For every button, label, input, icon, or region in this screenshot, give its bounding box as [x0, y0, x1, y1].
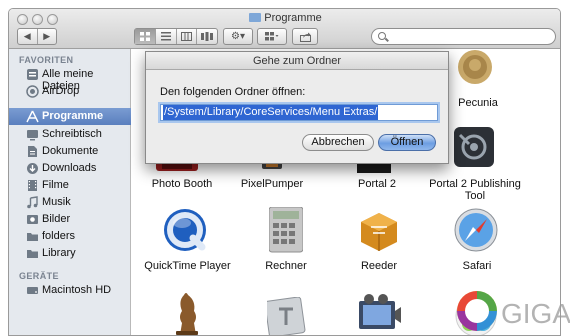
- app-label: QuickTime Player: [144, 260, 231, 272]
- sidebar-item-bilder[interactable]: Bilder: [9, 211, 131, 228]
- search-field[interactable]: [371, 28, 556, 45]
- app-label: Photo Booth: [151, 178, 213, 190]
- title-bar: Programme ◀ ▶ ⚙▾: [9, 9, 560, 49]
- downloads-icon: [27, 163, 38, 174]
- window-title: Programme: [9, 12, 560, 24]
- sidebar-item-schreibtisch[interactable]: Schreibtisch: [9, 126, 131, 143]
- chevron-left-icon: ◀: [23, 31, 31, 41]
- folder-icon: [27, 250, 38, 258]
- cover-flow-view-button[interactable]: [197, 29, 217, 44]
- app-label: Safari: [462, 260, 492, 272]
- app-label: Reeder: [360, 260, 398, 272]
- cover-flow-icon: [201, 32, 214, 41]
- giga-watermark-logo: GIGA: [457, 291, 570, 331]
- sidebar-item-label: Downloads: [42, 162, 97, 174]
- sidebar-item-macintosh-hd[interactable]: Macintosh HD: [9, 282, 131, 299]
- cancel-button[interactable]: Abbrechen: [302, 134, 374, 151]
- documents-icon: [28, 146, 37, 157]
- chess-icon: [176, 293, 198, 335]
- chevron-right-icon: ▶: [43, 31, 51, 41]
- list-view-button[interactable]: [156, 29, 177, 44]
- icon-view-button[interactable]: [135, 29, 156, 44]
- folder-path-input[interactable]: /System/Library/CoreServices/Menu Extras…: [160, 104, 438, 121]
- sidebar-item-label: Dokumente: [42, 145, 99, 157]
- sidebar-item-label: AirDrop: [42, 85, 80, 97]
- share-button[interactable]: [292, 28, 318, 45]
- sidebar-item-dokumente[interactable]: Dokumente: [9, 143, 131, 160]
- action-menu-button[interactable]: ⚙▾: [223, 28, 253, 45]
- arrange-menu-button[interactable]: [257, 28, 287, 45]
- movies-icon: [28, 180, 37, 191]
- sidebar-item-label: Filme: [42, 179, 69, 191]
- sidebar-item-label: folders: [42, 230, 76, 242]
- sidebar-item-musik[interactable]: Musik: [9, 194, 131, 211]
- list-view-icon: [160, 32, 171, 41]
- gear-icon: ⚙▾: [231, 31, 245, 42]
- folder-icon: [249, 13, 262, 22]
- pictures-icon: [27, 215, 38, 224]
- music-icon: [27, 196, 38, 209]
- app-label: Rechner: [265, 260, 307, 272]
- all-files-icon: [27, 69, 38, 80]
- sidebar-favorites-header: FAVORITEN: [19, 55, 74, 65]
- dialog-prompt: Den folgenden Ordner öffnen:: [160, 86, 306, 98]
- sidebar-item-label: Musik: [42, 196, 71, 208]
- safari-icon: [454, 208, 498, 252]
- view-mode-control: [134, 28, 218, 45]
- portal-2-publishing-tool-icon: [454, 127, 494, 167]
- pecunia-icon: [458, 50, 492, 84]
- back-forward-control: ◀ ▶: [17, 28, 57, 45]
- app-label: Pecunia: [458, 97, 498, 109]
- sidebar: FAVORITEN Alle meine Dateien AirDrop Pro…: [9, 49, 131, 335]
- sidebar-item-library[interactable]: Library: [9, 245, 131, 262]
- open-button[interactable]: Öffnen: [378, 134, 436, 151]
- sidebar-item-label: Macintosh HD: [42, 284, 112, 296]
- share-icon: [299, 32, 311, 42]
- calculator-icon: [269, 207, 303, 253]
- reeder-icon: [361, 213, 397, 251]
- applications-icon: [26, 110, 39, 123]
- icon-view-icon: [139, 32, 150, 41]
- sidebar-item-label: Schreibtisch: [42, 128, 102, 140]
- arrange-icon: [265, 32, 279, 41]
- sidebar-devices-header: GERÄTE: [19, 271, 59, 281]
- go-to-folder-dialog: Gehe zum Ordner Den folgenden Ordner öff…: [145, 51, 449, 164]
- sidebar-item-programme[interactable]: Programme: [9, 108, 131, 125]
- script-editor-icon: [267, 297, 306, 335]
- folder-icon: [27, 233, 38, 241]
- dialog-title: Gehe zum Ordner: [146, 52, 448, 70]
- app-label: Portal 2 Publishing Tool: [429, 178, 521, 202]
- sidebar-item-label: Programme: [42, 110, 104, 122]
- quicktime-icon: [164, 209, 206, 251]
- sidebar-item-label: Library: [42, 247, 76, 259]
- column-view-button[interactable]: [177, 29, 198, 44]
- app-label: PixelPumper: [240, 178, 304, 190]
- folder-path-value: /System/Library/CoreServices/Menu Extras…: [163, 105, 379, 120]
- sidebar-item-folders[interactable]: folders: [9, 228, 131, 245]
- app-label: Portal 2: [358, 178, 396, 190]
- back-button[interactable]: ◀: [18, 29, 38, 44]
- sidebar-item-all-files[interactable]: Alle meine Dateien: [9, 66, 131, 92]
- desktop-icon: [27, 130, 38, 141]
- sidebar-item-label: Bilder: [42, 213, 71, 225]
- search-icon: [378, 32, 386, 40]
- sidebar-item-downloads[interactable]: Downloads: [9, 160, 131, 177]
- forward-button[interactable]: ▶: [38, 29, 57, 44]
- hard-drive-icon: [27, 287, 38, 294]
- sidebar-item-airdrop[interactable]: AirDrop: [9, 83, 131, 100]
- screen-recording-icon: [359, 294, 401, 329]
- svg-text:GIGA: GIGA: [501, 298, 570, 329]
- sidebar-item-filme[interactable]: Filme: [9, 177, 131, 194]
- airdrop-icon: [26, 85, 39, 98]
- column-view-icon: [180, 32, 192, 41]
